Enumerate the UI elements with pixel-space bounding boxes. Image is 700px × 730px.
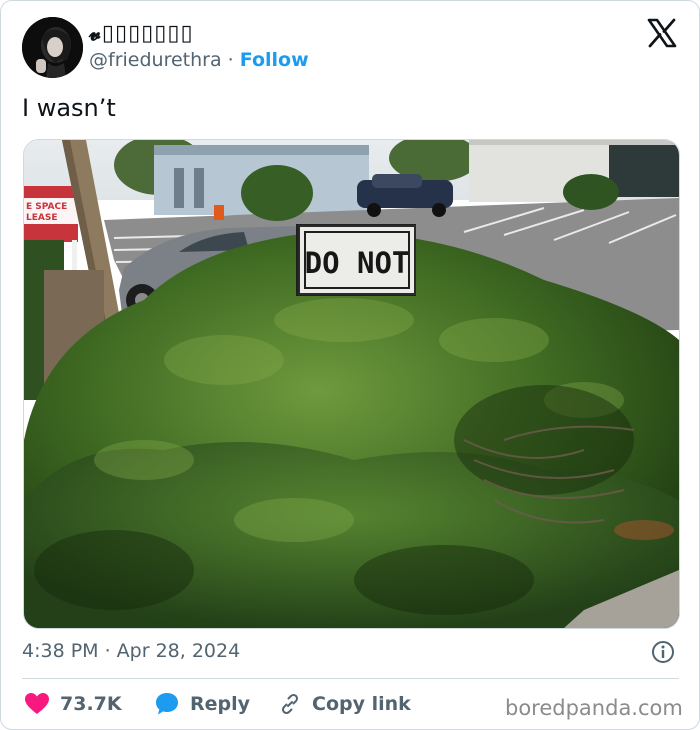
- speech-bubble-icon: [154, 691, 180, 717]
- copy-link-label: Copy link: [312, 693, 411, 715]
- like-button[interactable]: 73.7K: [24, 690, 122, 718]
- tweet-text: I wasn’t: [22, 94, 116, 122]
- like-count: 73.7K: [60, 693, 122, 715]
- lease-sign-text-1: E SPACE: [26, 202, 67, 212]
- info-icon[interactable]: [651, 640, 675, 664]
- actions-divider: [22, 678, 679, 679]
- copy-link-button[interactable]: Copy link: [278, 690, 411, 718]
- reply-button[interactable]: Reply: [154, 690, 250, 718]
- author-handle-row: @friedurethra · Follow: [89, 47, 309, 73]
- chain-link-icon: [278, 692, 302, 716]
- watermark: boredpanda.com: [505, 696, 683, 720]
- tweet-timestamp[interactable]: 4:38 PM · Apr 28, 2024: [22, 638, 240, 664]
- follow-button[interactable]: Follow: [240, 49, 309, 71]
- tweet-photo[interactable]: E SPACE LEASE DO NOT: [23, 139, 680, 629]
- author-avatar[interactable]: [22, 17, 83, 78]
- author-display-name[interactable]: 𝓿▯▯▯▯▯▯▯: [89, 19, 194, 49]
- lease-sign-text-2: LEASE: [26, 213, 57, 223]
- do-not-sign-text: DO NOT: [305, 246, 410, 280]
- handle-separator: ·: [227, 49, 234, 71]
- heart-icon: [24, 692, 50, 716]
- author-handle[interactable]: @friedurethra: [89, 49, 222, 71]
- x-logo-icon[interactable]: [646, 17, 678, 49]
- reply-label: Reply: [190, 693, 251, 715]
